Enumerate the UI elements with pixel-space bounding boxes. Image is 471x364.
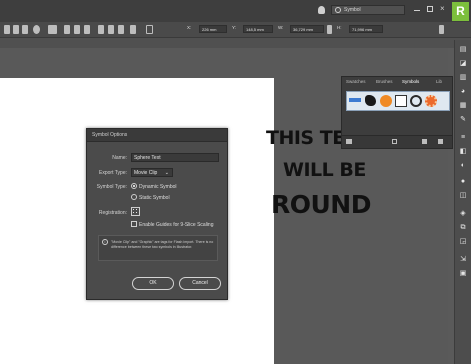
symbol-libraries-icon[interactable] xyxy=(346,139,352,144)
brushes-icon[interactable]: ✎ xyxy=(459,116,467,123)
app-title-bar: Symbol × R xyxy=(0,0,471,22)
align-left-icon[interactable] xyxy=(4,25,10,34)
name-field[interactable]: Sphere Text xyxy=(131,153,219,162)
nine-slice-guides-label: Enable Guides for 9-Slice Scaling xyxy=(139,222,214,228)
minimize-icon[interactable] xyxy=(414,10,420,11)
properties-icon[interactable]: ▤ xyxy=(459,46,467,53)
canvas-text-line-3[interactable]: ROUND xyxy=(271,190,371,219)
nine-slice-guides-checkbox[interactable] xyxy=(131,221,137,227)
transform-icon[interactable] xyxy=(146,25,153,34)
artboards-icon[interactable]: ▣ xyxy=(459,270,467,277)
w-label: W: xyxy=(278,25,284,30)
ok-button[interactable]: OK xyxy=(132,277,174,290)
link-proportions-icon[interactable] xyxy=(327,25,332,34)
x-field[interactable]: 226 mm xyxy=(199,25,227,33)
user-icon[interactable] xyxy=(318,6,325,14)
align-objects-2-icon[interactable] xyxy=(74,25,80,34)
document-tab-bar xyxy=(0,38,471,48)
align-objects-1-icon[interactable] xyxy=(64,25,70,34)
w-field[interactable]: 36,729 mm xyxy=(290,25,324,33)
maximize-icon[interactable] xyxy=(427,6,433,12)
info-text: "Movie Clip" and "Graphic" are tags for … xyxy=(111,240,214,249)
symbol-splat[interactable] xyxy=(365,95,376,106)
dynamic-symbol-label: Dynamic Symbol xyxy=(139,184,177,190)
recolor-icon[interactable] xyxy=(33,25,40,34)
search-input[interactable]: Symbol xyxy=(331,5,405,15)
symbol-blue-banner[interactable] xyxy=(349,98,361,102)
right-panel-dock: ▤ ◪ ▥ ◕ ▦ ✎ ≡ ◧ ◐ ● ◫ ◈ ⧉ ◲ ⇲ ▣ xyxy=(454,40,471,364)
x-label: X: xyxy=(187,25,192,30)
y-field[interactable]: 148,5 mm xyxy=(243,25,273,33)
close-icon[interactable]: × xyxy=(440,4,445,13)
symbol-type-label: Symbol Type: xyxy=(96,184,127,190)
search-value: Symbol xyxy=(344,7,361,13)
static-symbol-radio[interactable] xyxy=(131,194,137,200)
libraries-icon[interactable]: ▥ xyxy=(459,74,467,81)
new-symbol-icon[interactable] xyxy=(422,139,427,144)
symbol-options-dialog: Symbol Options Name: Sphere Text Export … xyxy=(86,128,228,300)
info-icon: i xyxy=(102,239,108,245)
align-panel-icon[interactable]: ◈ xyxy=(459,210,467,217)
panel-menu-icon[interactable] xyxy=(439,25,444,34)
chevron-down-icon: ⌄ xyxy=(164,170,169,176)
symbols-panel: Swatches Brushes Symbols Lib xyxy=(341,76,453,149)
align-objects-5-icon[interactable] xyxy=(108,25,114,34)
symbol-orange-badge[interactable] xyxy=(425,95,437,107)
symbol-frame[interactable] xyxy=(395,95,407,107)
stroke-icon[interactable]: ≡ xyxy=(459,134,467,141)
align-objects-7-icon[interactable] xyxy=(130,25,136,34)
control-toolbar: X: 226 mm Y: 148,5 mm W: 36,729 mm H: 71… xyxy=(0,22,471,38)
panel-footer xyxy=(342,135,452,148)
delete-symbol-icon[interactable] xyxy=(438,139,443,144)
name-label: Name: xyxy=(112,155,127,161)
layers-icon[interactable]: ◪ xyxy=(459,60,467,67)
align-objects-4-icon[interactable] xyxy=(98,25,104,34)
swatches-icon[interactable]: ▦ xyxy=(459,102,467,109)
graphic-styles-icon[interactable]: ◫ xyxy=(459,192,467,199)
registration-label: Registration: xyxy=(98,210,127,216)
info-box: i "Movie Clip" and "Graphic" are tags fo… xyxy=(98,235,218,261)
cancel-button[interactable]: Cancel xyxy=(179,277,221,290)
symbol-gear[interactable] xyxy=(410,95,422,107)
distribute-icon[interactable] xyxy=(48,25,57,34)
dynamic-symbol-radio[interactable] xyxy=(131,183,137,189)
dialog-title: Symbol Options xyxy=(87,129,227,142)
pathfinder-icon[interactable]: ◲ xyxy=(459,238,467,245)
y-label: Y: xyxy=(232,25,237,30)
symbol-list xyxy=(346,91,450,111)
export-type-label: Export Type: xyxy=(99,170,127,176)
align-center-icon[interactable] xyxy=(13,25,19,34)
appearance-icon[interactable]: ● xyxy=(459,178,467,185)
static-symbol-label: Static Symbol xyxy=(139,195,170,201)
transform-panel-icon[interactable]: ⧉ xyxy=(459,224,467,231)
align-objects-3-icon[interactable] xyxy=(84,25,90,34)
export-type-select[interactable]: Movie Clip ⌄ xyxy=(131,168,173,177)
color-icon[interactable]: ◕ xyxy=(459,88,467,95)
h-label: H: xyxy=(337,25,342,30)
place-instance-icon[interactable] xyxy=(392,139,397,144)
symbol-orange-ball[interactable] xyxy=(380,95,392,107)
tab-swatches[interactable]: Swatches xyxy=(346,79,366,84)
canvas-text-line-2[interactable]: WILL BE xyxy=(283,159,366,181)
canvas-text-line-1[interactable]: THIS TE xyxy=(266,127,345,149)
align-right-icon[interactable] xyxy=(22,25,28,34)
gradient-icon[interactable]: ◧ xyxy=(459,148,467,155)
tab-symbols[interactable]: Symbols xyxy=(402,79,419,84)
tab-brushes[interactable]: Brushes xyxy=(376,79,393,84)
search-icon xyxy=(335,7,341,13)
magazine-badge: R xyxy=(452,2,469,21)
transparency-icon[interactable]: ◐ xyxy=(459,162,467,169)
export-type-value: Movie Clip xyxy=(134,170,158,176)
asset-export-icon[interactable]: ⇲ xyxy=(459,256,467,263)
tab-libraries[interactable]: Lib xyxy=(436,79,442,84)
registration-grid-icon[interactable] xyxy=(131,207,140,216)
h-field[interactable]: 71,996 mm xyxy=(349,25,383,33)
align-objects-6-icon[interactable] xyxy=(118,25,124,34)
